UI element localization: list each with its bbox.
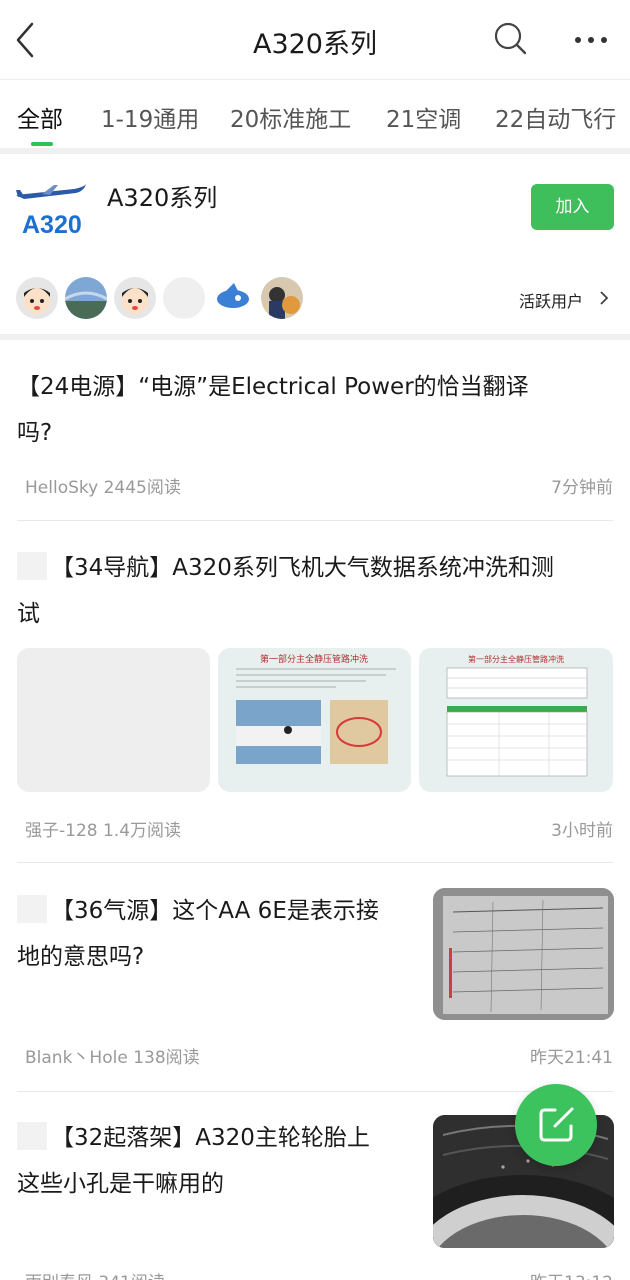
post-divider: [17, 862, 613, 863]
post-author-reads: 强子-128 1.4万阅读: [25, 821, 182, 841]
post-title-line: 【32起落架】A320主轮轮胎上: [17, 1115, 417, 1161]
group-logo: A320: [14, 175, 90, 239]
post-thumbnail[interactable]: 第一部分主全静压管路冲洗: [419, 648, 613, 792]
avatar[interactable]: [16, 277, 58, 319]
group-logo-text: A320: [22, 211, 82, 239]
post-title[interactable]: 【36气源】这个AA 6E是表示接 地的意思吗?: [17, 888, 417, 980]
post-title-line: 试: [17, 601, 40, 627]
post-title[interactable]: 【32起落架】A320主轮轮胎上 这些小孔是干嘛用的: [17, 1115, 417, 1207]
thumbnail-heading: 第一部分主全静压管路冲洗: [260, 653, 368, 664]
avatar[interactable]: [163, 277, 205, 319]
post-title-line: 【24电源】“电源”是Electrical Power的恰当翻译: [17, 374, 529, 400]
post-author-reads: Blank丶Hole 138阅读: [25, 1048, 200, 1068]
avatar-placeholder: [17, 1122, 47, 1150]
compose-icon: [539, 1107, 574, 1142]
post-title-line: 【36气源】这个AA 6E是表示接: [17, 888, 417, 934]
thumbnail-heading: 第一部分主全静压管路冲洗: [468, 654, 564, 664]
category-tabs: 全部 1-19通用 20标准施工 21空调 22自动飞行: [0, 80, 630, 150]
avatar[interactable]: [212, 277, 254, 319]
post-title-text: 【34导航】A320系列飞机大气数据系统冲洗和测: [51, 555, 554, 581]
post-author-reads: HelloSky 2445阅读: [25, 478, 181, 498]
post-time: 昨天21:41: [530, 1048, 613, 1068]
post-title-line: 地的意思吗?: [17, 944, 145, 970]
avatar[interactable]: [261, 277, 303, 319]
post-title[interactable]: 【24电源】“电源”是Electrical Power的恰当翻译 吗?: [17, 364, 617, 456]
page-title: A320系列: [252, 29, 377, 60]
post-time: 3小时前: [551, 821, 613, 841]
tab-air-conditioning[interactable]: 21空调: [386, 100, 461, 134]
avatar[interactable]: [65, 277, 107, 319]
active-users-link[interactable]: 活跃用户: [519, 288, 609, 312]
compose-button[interactable]: [515, 1084, 597, 1166]
active-users-label: 活跃用户: [519, 292, 584, 311]
chevron-right-icon: [599, 290, 609, 306]
tab-all[interactable]: 全部: [17, 100, 63, 134]
post-time: 昨天13:12: [470, 1268, 613, 1280]
post-thumbnail[interactable]: [17, 648, 210, 792]
post-title-line: 这些小孔是干嘛用的: [17, 1171, 224, 1197]
post-title-line: 吗?: [17, 420, 53, 446]
tab-auto-flight[interactable]: 22自动飞行: [495, 100, 616, 134]
tab-standard-practices[interactable]: 20标准施工: [230, 100, 351, 134]
active-tab-indicator: [31, 142, 53, 146]
post-title[interactable]: 【34导航】A320系列飞机大气数据系统冲洗和测 试: [17, 545, 617, 637]
tab-general[interactable]: 1-19通用: [101, 100, 199, 134]
post-title-text: 【32起落架】A320主轮轮胎上: [51, 1125, 370, 1151]
section-divider: [0, 148, 630, 154]
avatar[interactable]: [114, 277, 156, 319]
join-button[interactable]: 加入: [531, 184, 614, 230]
top-bar: A320系列: [0, 0, 630, 80]
post-title-text: 【36气源】这个AA 6E是表示接: [51, 898, 379, 924]
post-thumbnail[interactable]: [433, 888, 614, 1020]
group-name: A320系列: [107, 184, 218, 212]
post-title-line: 【34导航】A320系列飞机大气数据系统冲洗和测: [17, 545, 617, 591]
post-thumbnail[interactable]: 第一部分主全静压管路冲洗: [218, 648, 411, 792]
search-icon[interactable]: [490, 18, 532, 60]
post-author-reads: 雨别春风 341阅读: [25, 1268, 165, 1280]
post-divider: [17, 520, 613, 521]
section-divider: [0, 334, 630, 340]
avatar-placeholder: [17, 552, 47, 580]
post-time: 7分钟前: [551, 478, 613, 498]
more-dots-icon[interactable]: [568, 18, 614, 60]
avatar-placeholder: [17, 895, 47, 923]
